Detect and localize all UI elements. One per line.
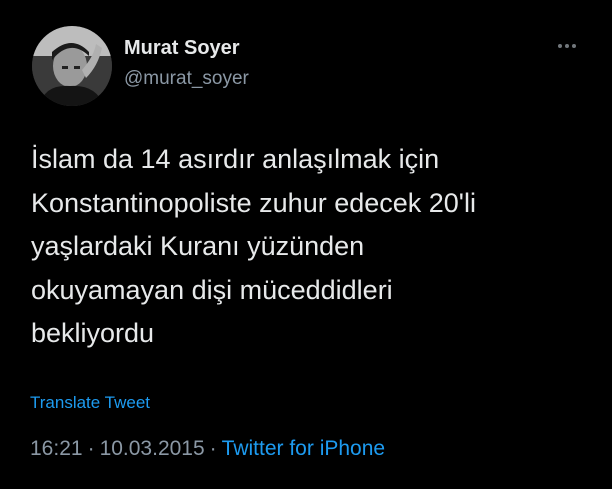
author-handle[interactable]: @murat_soyer: [124, 68, 249, 90]
tweet-metadata: 16:21 · 10.03.2015 · Twitter for iPhone: [30, 437, 385, 461]
tweet-date[interactable]: 10.03.2015: [100, 437, 205, 460]
more-options-button[interactable]: [552, 36, 582, 56]
tweet-text-line: bekliyordu: [31, 318, 155, 348]
profile-photo-image: [32, 26, 112, 106]
author-name[interactable]: Murat Soyer: [124, 37, 240, 60]
tweet-text: İslam da 14 asırdır anlaşılmak için Kons…: [31, 138, 591, 356]
tweet-time[interactable]: 16:21: [30, 437, 83, 460]
tweet-card: Murat Soyer @murat_soyer İslam da 14 ası…: [0, 0, 612, 489]
translate-tweet-link[interactable]: Translate Tweet: [30, 393, 150, 413]
separator: ·: [209, 437, 217, 460]
avatar[interactable]: [32, 26, 112, 106]
tweet-source-link[interactable]: Twitter for iPhone: [222, 437, 385, 460]
tweet-text-line: yaşlardaki Kuranı yüzünden: [31, 231, 365, 261]
tweet-text-line: İslam da 14 asırdır anlaşılmak için: [31, 144, 440, 174]
more-horizontal-icon: [558, 44, 576, 48]
tweet-text-line: Konstantinopoliste zuhur edecek 20'li: [31, 187, 476, 218]
separator: ·: [87, 437, 95, 460]
tweet-text-line: okuyamayan dişi müceddidleri: [31, 274, 393, 305]
